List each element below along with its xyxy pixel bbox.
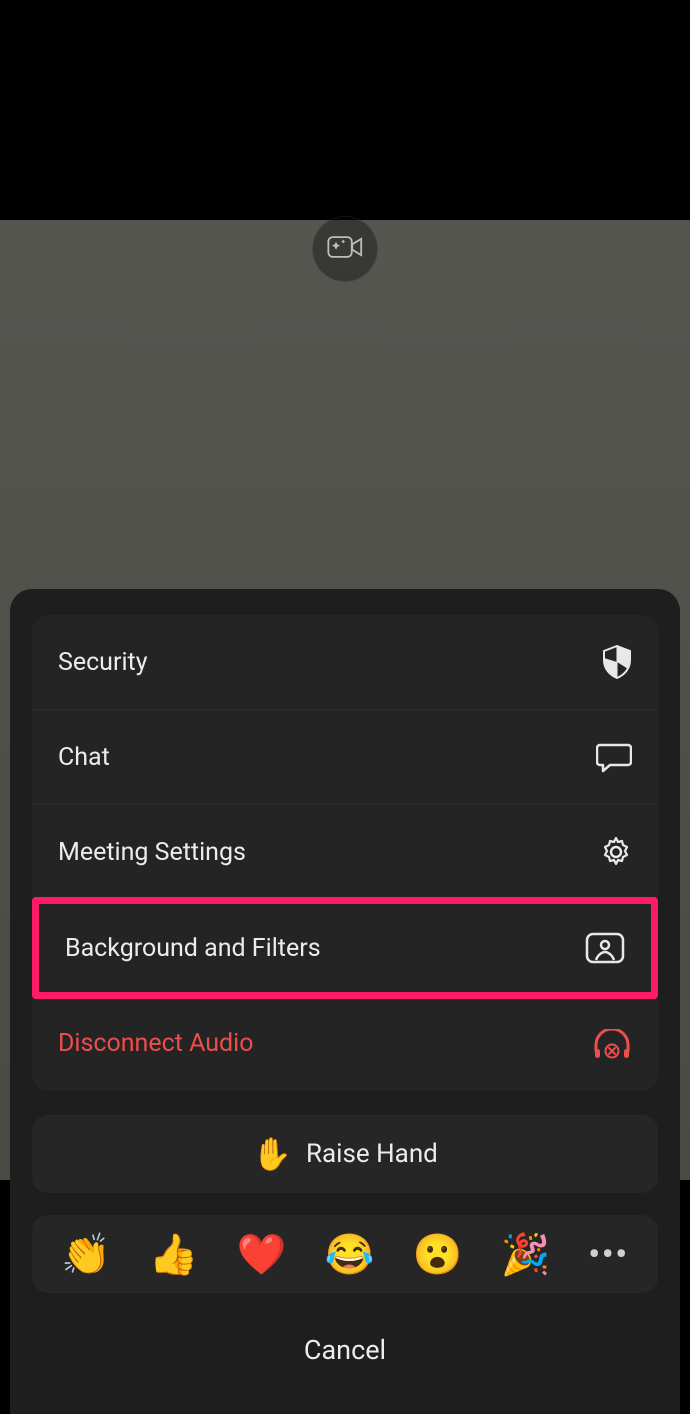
menu-item-background-filters[interactable]: Background and Filters <box>39 904 651 992</box>
menu-item-chat[interactable]: Chat <box>32 710 658 805</box>
menu-item-label: Background and Filters <box>65 934 321 963</box>
raise-hand-label: Raise Hand <box>306 1139 438 1169</box>
video-sparkle-icon <box>327 233 363 265</box>
menu-item-label: Security <box>58 648 148 677</box>
cancel-label: Cancel <box>304 1334 386 1366</box>
menu-item-label: Disconnect Audio <box>58 1029 253 1058</box>
reaction-joy[interactable]: 😂 <box>325 1231 375 1278</box>
menu-item-label: Meeting Settings <box>58 838 246 867</box>
gear-icon <box>600 836 632 868</box>
reaction-heart[interactable]: ❤️ <box>237 1231 287 1278</box>
shield-icon <box>602 645 632 679</box>
chat-icon <box>596 741 632 773</box>
menu-card: Security Chat <box>32 615 658 1091</box>
video-effects-button[interactable] <box>312 216 378 282</box>
headphones-x-icon <box>592 1029 632 1059</box>
reaction-wow[interactable]: 😮 <box>413 1231 463 1278</box>
raise-hand-emoji: ✋ <box>252 1135 292 1173</box>
reaction-row: 👏 👍 ❤️ 😂 😮 🎉 ••• <box>32 1215 658 1293</box>
menu-item-meeting-settings[interactable]: Meeting Settings <box>32 805 658 900</box>
screen: Security Chat <box>0 0 690 1414</box>
menu-item-disconnect-audio[interactable]: Disconnect Audio <box>32 996 658 1091</box>
highlight-background-filters: Background and Filters <box>32 897 658 999</box>
raise-hand-button[interactable]: ✋ Raise Hand <box>32 1115 658 1193</box>
more-options-sheet: Security Chat <box>10 589 680 1414</box>
reaction-thumbs-up[interactable]: 👍 <box>149 1231 199 1278</box>
reaction-clap[interactable]: 👏 <box>61 1231 111 1278</box>
menu-item-label: Chat <box>58 743 110 772</box>
background-icon <box>585 932 625 964</box>
reaction-tada[interactable]: 🎉 <box>500 1231 550 1278</box>
menu-item-security[interactable]: Security <box>32 615 658 710</box>
reaction-more-icon[interactable]: ••• <box>588 1235 629 1273</box>
cancel-button[interactable]: Cancel <box>32 1315 658 1385</box>
